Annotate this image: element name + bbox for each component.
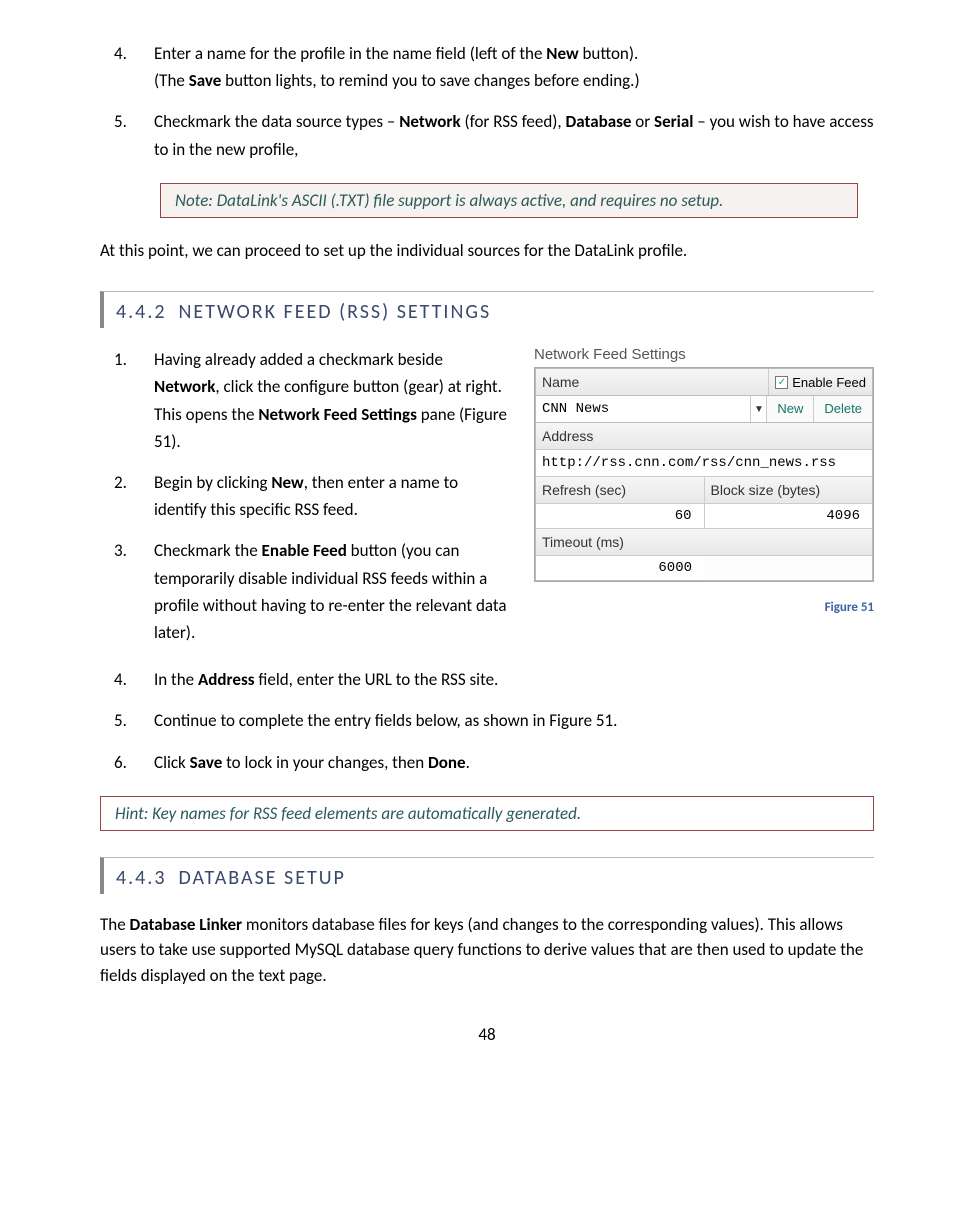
rss-step-2: Begin by clicking New, then enter a name…: [100, 469, 510, 523]
rss-s1-b2: Network Feed Settings: [258, 404, 417, 425]
database-paragraph: The Database Linker monitors database fi…: [100, 912, 874, 989]
refresh-label: Refresh (sec): [536, 477, 704, 503]
step5-b2: Database: [566, 111, 632, 132]
empty-cell: [704, 556, 872, 580]
enable-feed-label: Enable Feed: [792, 375, 866, 390]
rss-step-6: Click Save to lock in your changes, then…: [100, 749, 874, 776]
refresh-field[interactable]: 60: [536, 504, 704, 528]
rss-s4-t2: field, enter the URL to the RSS site.: [255, 669, 499, 690]
step4-bold-save: Save: [189, 70, 222, 91]
rss-step-5: Continue to complete the entry fields be…: [100, 707, 874, 734]
section-443-title: DATABASE SETUP: [179, 866, 346, 890]
step5-t1: Checkmark the data source types –: [154, 111, 399, 132]
timeout-field[interactable]: 6000: [536, 556, 704, 580]
step5-t2: (for RSS feed),: [461, 111, 566, 132]
new-button[interactable]: New: [766, 396, 813, 422]
delete-button[interactable]: Delete: [813, 396, 872, 422]
section-443-num: 4.4.3: [116, 866, 167, 890]
rss-s5-t1: Continue to complete the entry fields be…: [154, 710, 617, 731]
step-4: Enter a name for the profile in the name…: [100, 40, 874, 94]
address-field[interactable]: http://rss.cnn.com/rss/cnn_news.rss: [536, 449, 872, 476]
network-feed-settings-panel: Name ✓ Enable Feed CNN News ▼ New Delete…: [534, 367, 874, 582]
step4-line2-b: button lights, to remind you to save cha…: [221, 70, 639, 91]
step4-bold-new: New: [546, 43, 578, 64]
enable-feed-checkbox[interactable]: ✓ Enable Feed: [768, 369, 872, 395]
rss-s3-t1: Checkmark the: [154, 540, 262, 561]
settings-panel-title: Network Feed Settings: [534, 346, 874, 367]
rss-s6-b2: Done: [428, 752, 466, 773]
rss-s3-b1: Enable Feed: [262, 540, 347, 561]
rss-s4-t1: In the: [154, 669, 198, 690]
rss-s4-b1: Address: [198, 669, 255, 690]
section-442-heading: 4.4.2 NETWORK FEED (RSS) SETTINGS: [100, 291, 874, 328]
address-label: Address: [536, 423, 872, 449]
step-5: Checkmark the data source types – Networ…: [100, 108, 874, 162]
step5-b1: Network: [399, 111, 460, 132]
section-442-title: NETWORK FEED (RSS) SETTINGS: [179, 300, 492, 324]
note-box: Note: DataLink's ASCII (.TXT) file suppo…: [160, 183, 858, 218]
block-size-field[interactable]: 4096: [704, 504, 873, 528]
rss-step-1: Having already added a checkmark beside …: [100, 346, 510, 455]
rss-s1-b1: Network: [154, 376, 215, 397]
rss-s6-t3: .: [466, 752, 470, 773]
rss-s6-b1: Save: [190, 752, 223, 773]
step5-b3: Serial: [654, 111, 693, 132]
step4-line2-a: (The: [154, 70, 189, 91]
rss-s1-t1: Having already added a checkmark beside: [154, 349, 443, 370]
feed-name-dropdown[interactable]: CNN News: [536, 396, 750, 422]
rss-s2-b1: New: [271, 472, 303, 493]
rss-s2-t1: Begin by clicking: [154, 472, 271, 493]
checkbox-icon: ✓: [775, 376, 788, 389]
step4-text-a: Enter a name for the profile in the name…: [154, 43, 546, 64]
rss-step-3: Checkmark the Enable Feed button (you ca…: [100, 537, 510, 646]
db-para-t1: The: [100, 914, 130, 935]
db-para-b1: Database Linker: [130, 914, 243, 935]
rss-step-4: In the Address field, enter the URL to t…: [100, 666, 874, 693]
name-column-header: Name: [536, 369, 768, 395]
rss-s6-t2: to lock in your changes, then: [222, 752, 428, 773]
figure-caption: Figure 51: [534, 600, 874, 615]
paragraph-proceed: At this point, we can proceed to set up …: [100, 238, 874, 264]
step5-t3: or: [631, 111, 654, 132]
dropdown-arrow-icon[interactable]: ▼: [750, 396, 766, 422]
section-442-num: 4.4.2: [116, 300, 167, 324]
section-443-heading: 4.4.3 DATABASE SETUP: [100, 857, 874, 894]
timeout-label: Timeout (ms): [536, 528, 872, 555]
page-number: 48: [100, 1024, 874, 1045]
block-size-label: Block size (bytes): [704, 477, 873, 503]
hint-box: Hint: Key names for RSS feed elements ar…: [100, 796, 874, 831]
step4-text-b: button).: [579, 43, 639, 64]
rss-s6-t1: Click: [154, 752, 190, 773]
